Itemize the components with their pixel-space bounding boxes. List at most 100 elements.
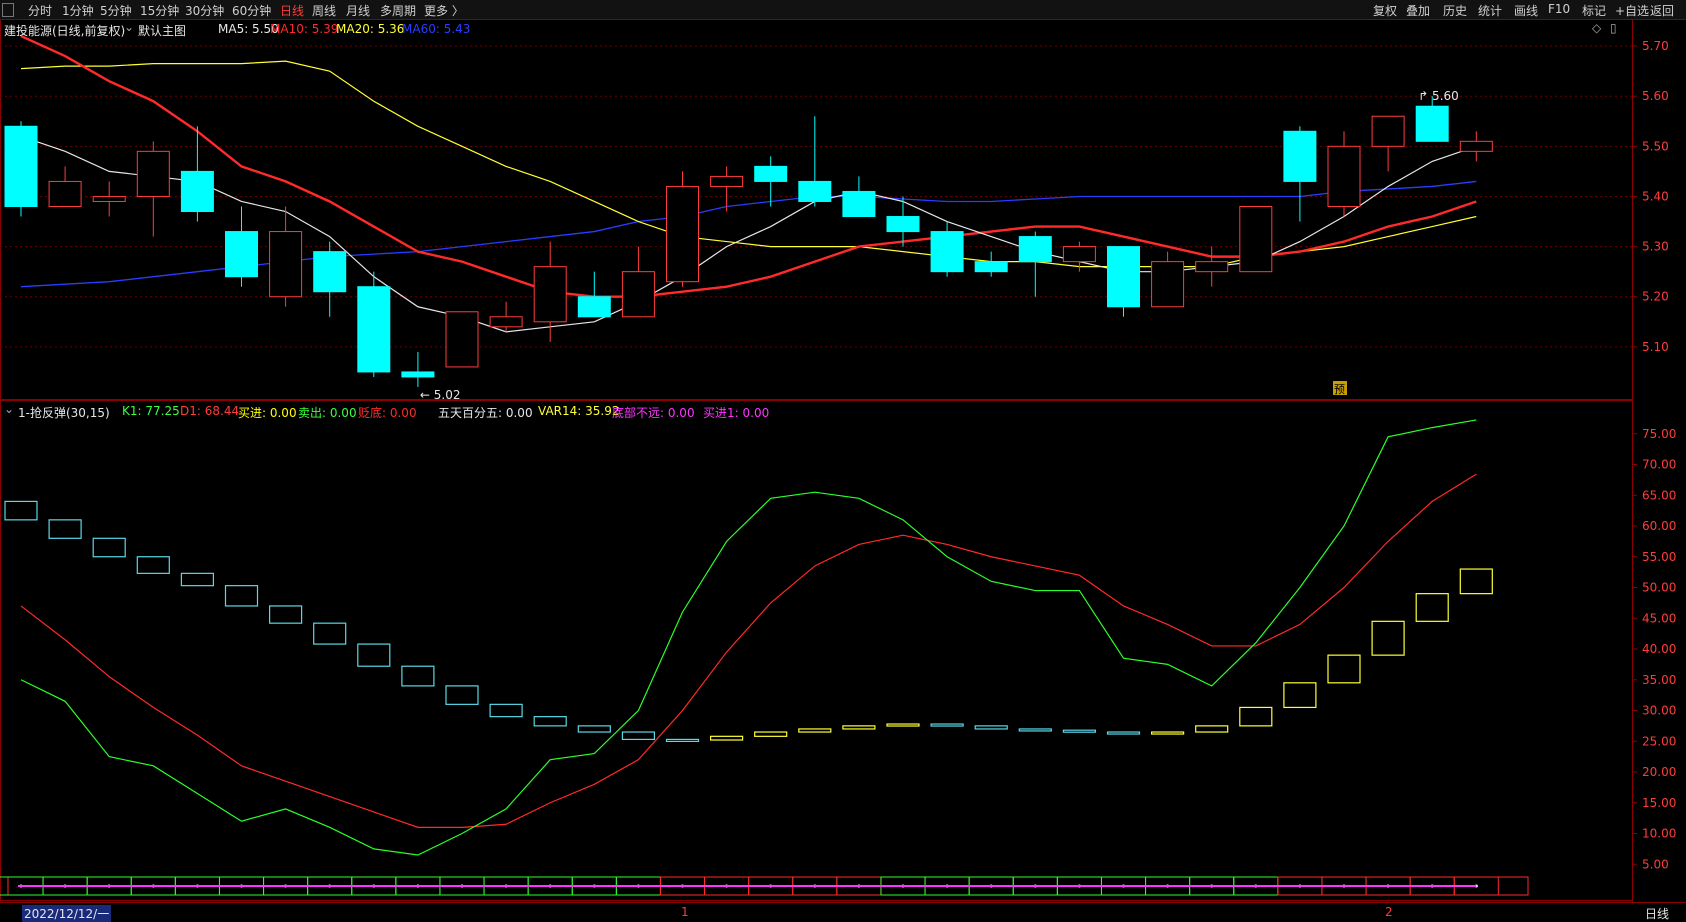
candle-body	[754, 165, 788, 182]
indicator-legend-5: 五天百分五: 0.00	[438, 406, 533, 420]
candle	[1107, 246, 1140, 317]
toolbar-period-8[interactable]: 月线	[346, 2, 370, 19]
candle	[1018, 231, 1052, 297]
price-axis-label: 5.10	[1642, 340, 1669, 354]
indicator-axis-label: 60.00	[1642, 519, 1676, 533]
panel-toggle-icon[interactable]	[2, 3, 14, 17]
var14-step	[886, 723, 920, 727]
toolbar-tool-8[interactable]: 返回	[1650, 2, 1674, 19]
var14-step	[1459, 568, 1493, 595]
toolbar-tool-4[interactable]: 画线	[1514, 2, 1538, 19]
toolbar-period-9[interactable]: 多周期	[380, 2, 416, 19]
template-label[interactable]: 默认主图	[138, 22, 186, 39]
candle	[1151, 251, 1185, 308]
candle-body	[1107, 246, 1140, 308]
indicator-axis-label: 70.00	[1642, 458, 1676, 472]
forecast-marker-label: 预	[1334, 383, 1345, 396]
candle	[401, 351, 435, 387]
candle	[886, 196, 920, 247]
var14-step	[1106, 731, 1141, 735]
candle-body	[930, 231, 964, 273]
var14-step	[489, 703, 523, 718]
toolbar-period-4[interactable]: 30分钟	[185, 2, 224, 19]
var14-step	[1195, 725, 1229, 733]
candle	[1283, 126, 1317, 222]
var14-step	[269, 605, 303, 624]
var14-step	[577, 725, 611, 733]
candle	[666, 171, 699, 287]
toolbar-tool-3[interactable]: 统计	[1478, 2, 1502, 19]
toolbar-tool-2[interactable]: 历史	[1443, 2, 1467, 19]
candle	[225, 206, 258, 287]
indicator-axis-label: 25.00	[1642, 734, 1676, 748]
toolbar-period-5[interactable]: 60分钟	[232, 2, 271, 19]
candle	[621, 246, 655, 318]
candle	[1459, 131, 1493, 162]
indicator-legend-4: 贬底: 0.00	[358, 406, 417, 420]
toolbar-period-0[interactable]: 分时	[28, 2, 52, 19]
diamond-icon[interactable]: ◇	[1592, 21, 1601, 35]
main-panel-border	[0, 19, 1633, 400]
toolbar-period-10[interactable]: 更多 〉	[424, 2, 464, 19]
candle-body	[1195, 261, 1229, 273]
candle-body	[357, 286, 391, 373]
toolbar-tool-7[interactable]: +自选	[1615, 2, 1649, 19]
candle-body	[1239, 205, 1273, 273]
low-price-annotation: ← 5.02	[420, 388, 461, 402]
var14-step	[974, 725, 1008, 730]
candle-body	[666, 185, 699, 283]
var14-step	[48, 519, 82, 539]
toolbar-period-7[interactable]: 周线	[312, 2, 336, 19]
candle	[445, 311, 479, 368]
candle-body	[974, 261, 1008, 273]
var14-step	[1415, 593, 1449, 622]
var14-step	[1327, 654, 1361, 684]
indicator-name-label[interactable]: 1-抢反弹(30,15)	[18, 404, 110, 421]
start-date-label: 2022/12/12/一	[22, 905, 112, 922]
candle-body	[886, 216, 920, 233]
indicator-dropdown-icon[interactable]: ⌄	[4, 402, 14, 416]
candle-body	[1327, 145, 1361, 207]
var14-step	[930, 723, 964, 727]
period-toolbar: 分时 1分钟 5分钟 15分钟 30分钟 60分钟 日线 周线 月线 多周期 更多 〉 复权 叠加 历史统…	[0, 0, 1686, 20]
date-axis-bar: 2022/12/12/一 1 2 日线	[0, 902, 1686, 922]
candle-body	[48, 180, 82, 207]
var14-step	[92, 537, 126, 558]
price-axis-label: 5.70	[1642, 39, 1669, 53]
indicator-axis-label: 20.00	[1642, 765, 1676, 779]
indicator-axis-label: 5.00	[1642, 857, 1669, 871]
var14-step	[1239, 706, 1273, 727]
ma-legend-2: MA20: 5.36	[336, 22, 405, 36]
template-dropdown-icon[interactable]: ⌄	[124, 20, 134, 34]
toolbar-tool-0[interactable]: 复权	[1373, 2, 1397, 19]
candle-body	[1151, 261, 1185, 308]
candle	[313, 241, 347, 317]
period-label[interactable]: 日线	[1645, 905, 1669, 922]
toolbar-period-6[interactable]: 日线	[280, 2, 304, 19]
toolbar-tool-5[interactable]: F10	[1548, 2, 1570, 16]
indicator-legend-7: 底部不远: 0.00	[612, 406, 695, 420]
candle-body	[269, 231, 303, 298]
candle	[489, 301, 523, 332]
indicator-axis-label: 15.00	[1642, 796, 1676, 810]
panel-icon[interactable]: ▯	[1610, 21, 1617, 35]
d1-line	[20, 473, 1477, 828]
candle-body	[180, 170, 214, 213]
var14-step	[357, 643, 391, 667]
candle-body	[401, 371, 435, 378]
var14-step	[709, 735, 744, 741]
toolbar-tool-6[interactable]: 标记	[1582, 2, 1606, 19]
toolbar-tool-1[interactable]: 叠加	[1406, 2, 1430, 19]
price-axis-label: 5.60	[1642, 89, 1669, 103]
toolbar-period-3[interactable]: 15分钟	[140, 2, 179, 19]
indicator-legend-2: 买进: 0.00	[238, 406, 297, 420]
toolbar-period-2[interactable]: 5分钟	[100, 2, 132, 19]
candle-body	[842, 190, 876, 218]
candle-body	[136, 150, 170, 197]
candle-body	[1062, 246, 1096, 263]
price-axis-label: 5.50	[1642, 139, 1669, 153]
candle-body	[225, 231, 258, 278]
var14-step	[533, 716, 567, 727]
toolbar-period-1[interactable]: 1分钟	[62, 2, 94, 19]
candle-body	[4, 125, 38, 207]
